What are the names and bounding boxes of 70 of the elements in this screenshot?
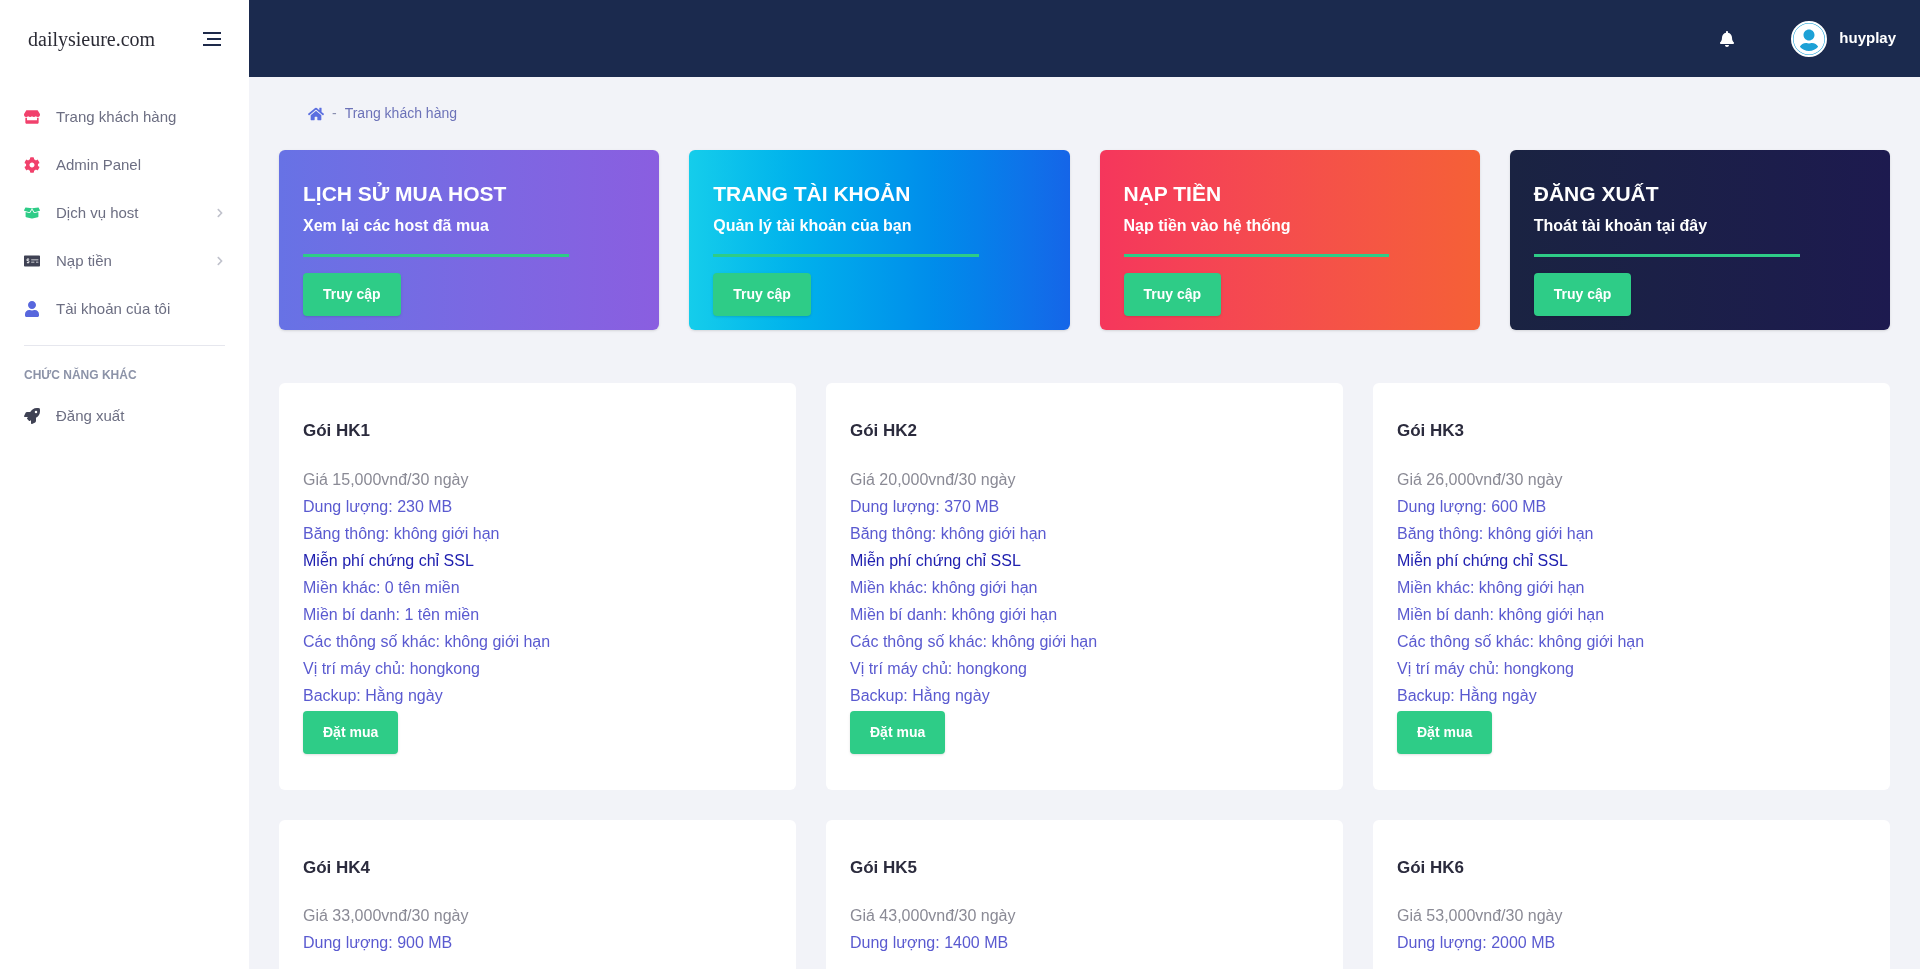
sidebar-item[interactable]: Dịch vụ host <box>0 189 249 237</box>
box-icon <box>24 205 40 221</box>
sidebar-item[interactable]: Trang khách hàng <box>0 93 249 141</box>
user-icon <box>24 301 40 317</box>
store-icon <box>24 109 40 125</box>
package-detail: Vị trí máy chủ: hongkong <box>1397 658 1575 679</box>
card-subtitle: Xem lại các host đã mua <box>303 215 490 236</box>
package-detail: Vị trí máy chủ: hongkong <box>850 658 1028 679</box>
gear-icon <box>24 157 40 173</box>
sidebar-item[interactable]: Admin Panel <box>0 141 249 189</box>
package-title: Gói HK6 <box>1397 856 1466 879</box>
package-detail: Dung lượng: 2000 MB <box>1397 933 1557 953</box>
package-detail: Miền khác: không giới hạn <box>1397 577 1586 598</box>
package-detail: Dung lượng: 1400 MB <box>850 933 1010 953</box>
card-subtitle: Nạp tiền vào hệ thống <box>1123 215 1292 236</box>
package-title: Gói HK3 <box>1397 420 1466 442</box>
card-subtitle: Thoát tài khoản tại đây <box>1533 215 1709 236</box>
username[interactable]: huyplay <box>1839 27 1896 50</box>
package-detail: Giá 20,000vnđ/30 ngày <box>850 469 1017 490</box>
sidebar-item[interactable]: Tài khoản của tôi <box>0 285 249 333</box>
money-icon <box>24 253 40 269</box>
package-detail: Dung lượng: 370 MB <box>850 496 1001 517</box>
card-title: NẠP TIỀN <box>1123 181 1223 207</box>
package-detail: Dung lượng: 900 MB <box>303 933 454 953</box>
package-detail: Dung lượng: 230 MB <box>303 496 454 517</box>
package-detail: Các thông số khác: không giới hạn <box>850 631 1099 652</box>
package-detail: Backup: Hằng ngày <box>1397 685 1538 706</box>
package-detail: Miền bí danh: không giới hạn <box>1397 604 1606 625</box>
package-detail: Các thông số khác: không giới hạn <box>303 631 552 652</box>
package-detail: Miễn phí chứng chỉ SSL <box>1397 550 1569 571</box>
site-logo[interactable]: dailysieure.com <box>28 23 156 54</box>
package-detail: Giá 53,000vnđ/30 ngày <box>1397 906 1564 926</box>
chevron-right-icon <box>215 256 225 266</box>
card-subtitle: Quản lý tài khoản của bạn <box>713 215 913 236</box>
package-detail: Miễn phí chứng chỉ SSL <box>303 550 475 571</box>
breadcrumb-link[interactable]: Trang khách hàng <box>344 103 457 124</box>
package-title: Gói HK5 <box>850 856 919 879</box>
rocket-icon <box>24 408 40 424</box>
package-detail: Miền bí danh: không giới hạn <box>850 604 1059 625</box>
package-title: Gói HK4 <box>303 856 372 879</box>
sidebar-item[interactable]: Đăng xuất <box>0 392 249 440</box>
home-icon[interactable] <box>308 105 324 122</box>
package-detail: Miền khác: 0 tên miền <box>303 577 461 598</box>
package-detail: Giá 33,000vnđ/30 ngày <box>303 906 470 926</box>
package-detail: Miền bí danh: 1 tên miền <box>303 604 481 625</box>
package-detail: Dung lượng: 600 MB <box>1397 496 1548 517</box>
package-detail: Miền khác: không giới hạn <box>850 577 1039 598</box>
package-detail: Backup: Hằng ngày <box>850 685 991 706</box>
package-detail: Giá 26,000vnđ/30 ngày <box>1397 469 1564 490</box>
package-detail: Giá 43,000vnđ/30 ngày <box>850 906 1017 926</box>
package-detail: Các thông số khác: không giới hạn <box>1397 631 1646 652</box>
package-title: Gói HK2 <box>850 420 919 442</box>
package-detail: Băng thông: không giới hạn <box>850 523 1048 544</box>
package-detail: Vị trí máy chủ: hongkong <box>303 658 481 679</box>
package-detail: Giá 15,000vnđ/30 ngày <box>303 469 470 490</box>
package-detail: Backup: Hằng ngày <box>303 685 444 706</box>
package-title: Gói HK1 <box>303 420 372 442</box>
package-detail: Băng thông: không giới hạn <box>303 523 501 544</box>
chevron-right-icon <box>215 208 225 218</box>
card-title: TRANG TÀI KHOẢN <box>713 181 912 207</box>
package-detail: Miễn phí chứng chỉ SSL <box>850 550 1022 571</box>
package-detail: Băng thông: không giới hạn <box>1397 523 1595 544</box>
bell-icon[interactable] <box>1719 30 1736 47</box>
card-title: ĐĂNG XUẤT <box>1533 181 1660 207</box>
section-title: CHỨC NĂNG KHÁC <box>23 366 138 384</box>
menu-icon[interactable] <box>203 31 221 46</box>
card-title: LỊCH SỬ MUA HOST <box>303 181 508 207</box>
avatar-icon[interactable] <box>1791 20 1828 57</box>
breadcrumb-separator: - <box>332 104 337 123</box>
sidebar-item[interactable]: Nạp tiền <box>0 237 249 285</box>
